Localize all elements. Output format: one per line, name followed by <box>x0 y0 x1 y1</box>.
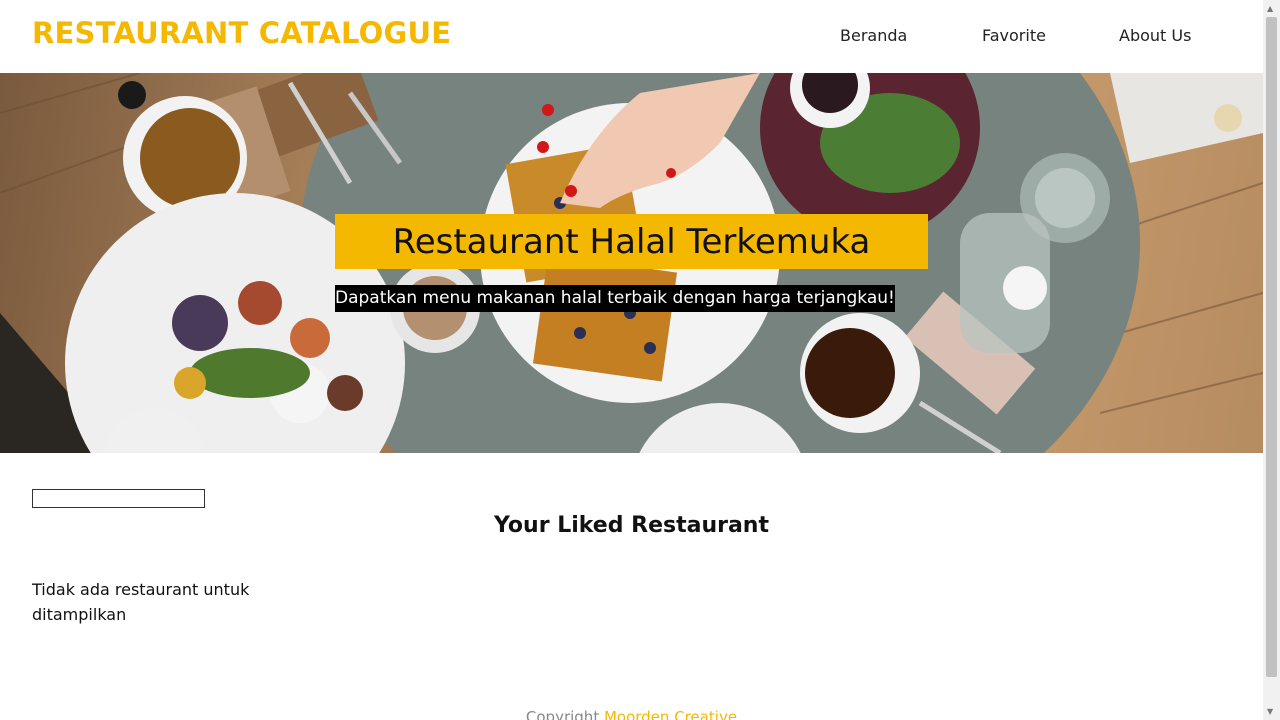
footer-brand-link[interactable]: Moorden Creative <box>604 708 737 720</box>
empty-state-message: Tidak ada restaurant untuk ditampilkan <box>32 580 250 624</box>
main-nav: Beranda Favorite About Us <box>0 26 1263 48</box>
nav-item-favorite[interactable]: Favorite <box>982 26 1046 45</box>
site-footer: Copyright Moorden Creative <box>0 708 1263 720</box>
nav-item-about-us[interactable]: About Us <box>1119 26 1191 45</box>
hero-subtitle: Dapatkan menu makanan halal terbaik deng… <box>335 285 895 312</box>
search-input[interactable] <box>32 489 205 508</box>
hero-title: Restaurant Halal Terkemuka <box>392 221 871 262</box>
hero-banner: Restaurant Halal Terkemuka Dapatkan menu… <box>0 73 1263 453</box>
page-scrollbar[interactable]: ▲ ▼ <box>1263 0 1280 720</box>
nav-item-beranda[interactable]: Beranda <box>840 26 907 45</box>
scroll-up-arrow-icon[interactable]: ▲ <box>1267 4 1273 13</box>
footer-copyright-text: Copyright <box>525 708 604 720</box>
section-title: Your Liked Restaurant <box>494 513 769 538</box>
scrollbar-thumb[interactable] <box>1266 17 1277 677</box>
hero-title-box: Restaurant Halal Terkemuka <box>335 214 928 269</box>
site-header: RESTAURANT CATALOGUE Beranda Favorite Ab… <box>0 0 1263 73</box>
scroll-down-arrow-icon[interactable]: ▼ <box>1267 707 1273 716</box>
